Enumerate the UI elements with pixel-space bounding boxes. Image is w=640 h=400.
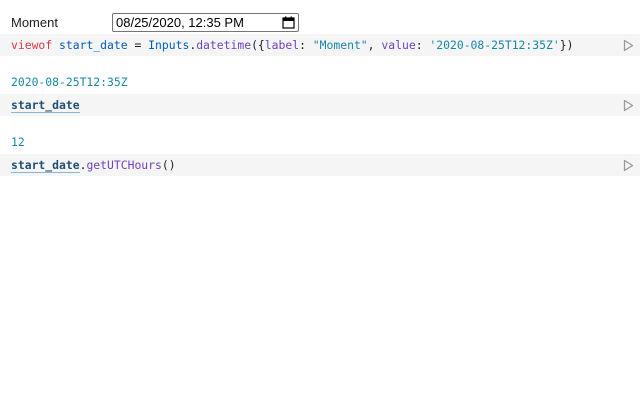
datetime-input[interactable]: 08/25/2020, 12:35 PM <box>112 13 299 32</box>
cell-output-date: 2020-08-25T12:35Z <box>11 75 128 89</box>
code-comma: , <box>367 38 382 52</box>
code-source: viewof start_date = Inputs.datetime({lab… <box>11 38 573 52</box>
code-cell-viewof[interactable]: viewof start_date = Inputs.datetime({lab… <box>0 34 640 56</box>
code-open: ({ <box>251 38 265 52</box>
code-reference[interactable]: start_date <box>11 98 80 113</box>
code-colon: : <box>299 38 313 52</box>
play-triangle-icon[interactable] <box>623 99 634 112</box>
code-string-label: "Moment" <box>312 38 368 52</box>
code-variable: start_date <box>59 38 128 52</box>
code-parens: () <box>161 158 176 172</box>
datetime-input-form: Moment 08/25/2020, 12:35 PM <box>0 12 640 34</box>
code-source: start_date <box>11 98 80 113</box>
cell-output-hours: 12 <box>11 135 25 149</box>
code-keyword: viewof <box>11 38 53 52</box>
calendar-icon[interactable] <box>282 16 295 29</box>
play-triangle-icon[interactable] <box>623 39 634 52</box>
code-method: getUTCHours <box>86 158 162 172</box>
datetime-value: 08/25/2020, 12:35 PM <box>116 15 244 30</box>
code-cell-get-utc-hours[interactable]: start_date.getUTCHours() <box>0 154 640 176</box>
code-string-value: '2020-08-25T12:35Z' <box>429 38 560 52</box>
code-close: }) <box>559 38 574 52</box>
code-key-value: value <box>381 38 416 52</box>
code-source: start_date.getUTCHours() <box>11 158 176 173</box>
code-reference[interactable]: start_date <box>11 158 80 173</box>
code-object: Inputs <box>148 38 190 52</box>
code-method: datetime <box>196 38 252 52</box>
code-cell-start-date[interactable]: start_date <box>0 94 640 116</box>
code-operator: = <box>127 38 149 52</box>
code-key-label: label <box>264 38 300 52</box>
moment-label: Moment <box>11 15 58 30</box>
play-triangle-icon[interactable] <box>623 159 634 172</box>
code-colon: : <box>415 38 430 52</box>
